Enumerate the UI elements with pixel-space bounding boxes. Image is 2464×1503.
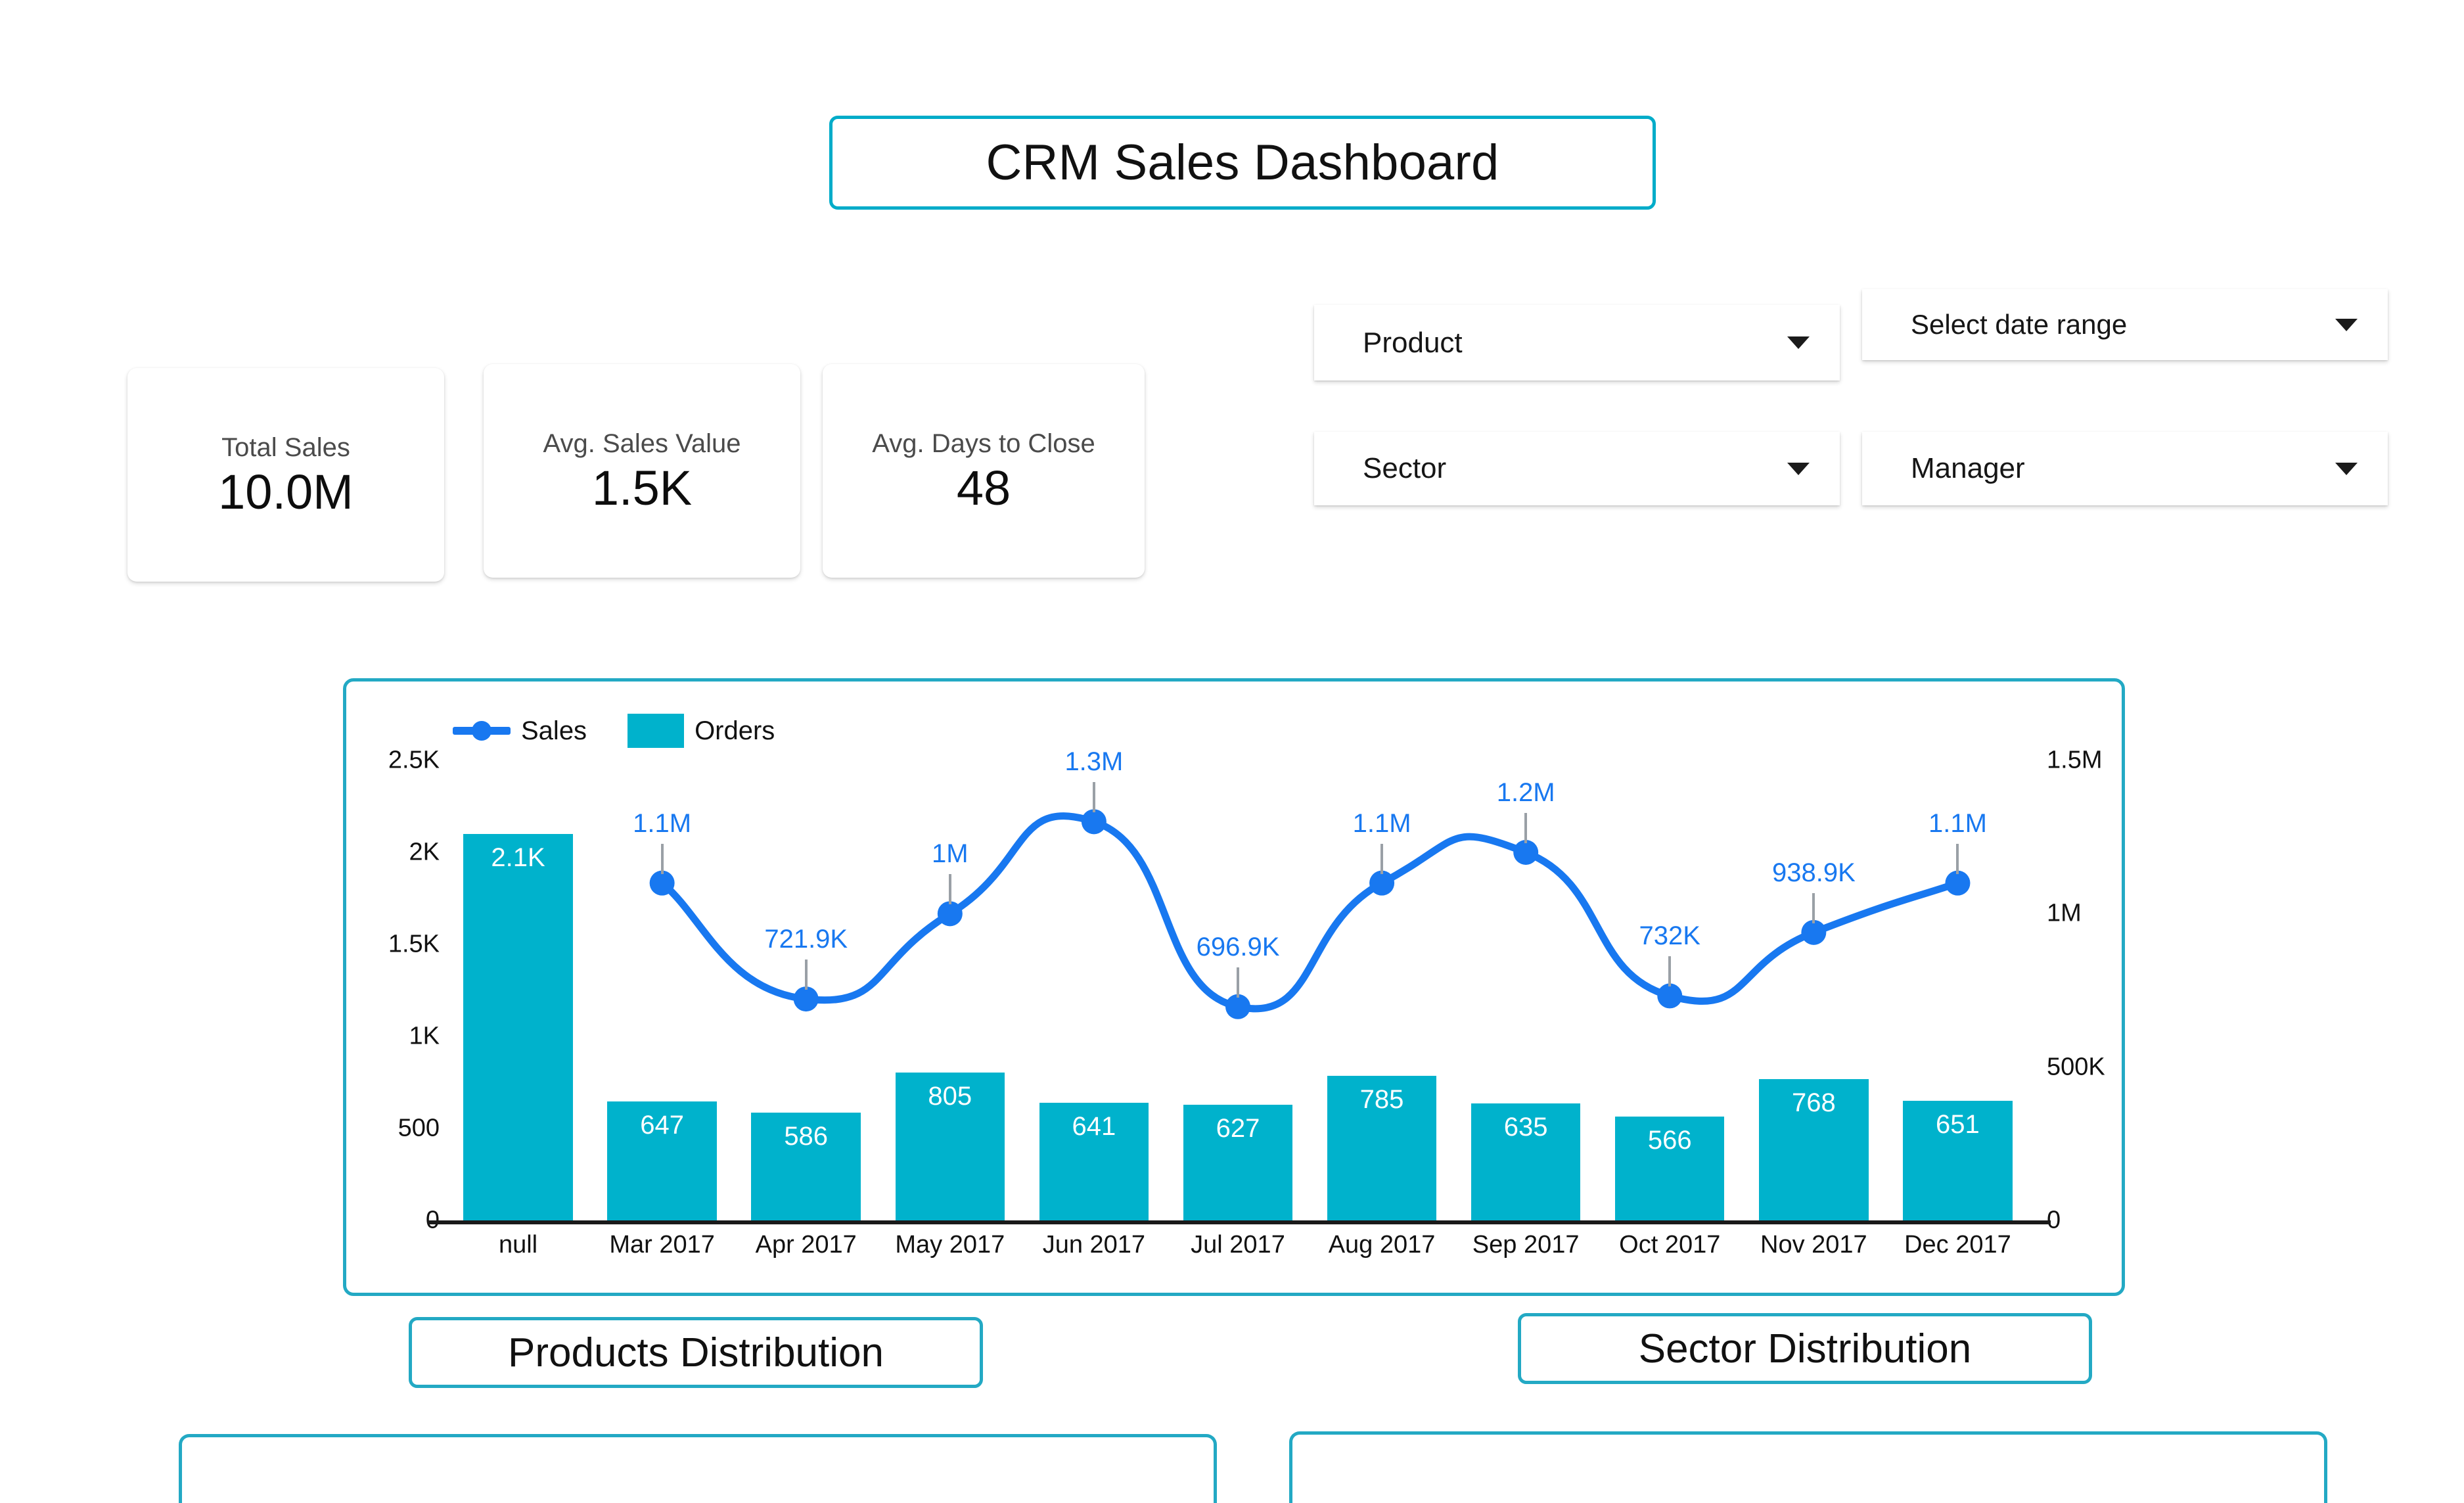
kpi-card-avg-sales-value: Avg. Sales Value 1.5K	[484, 364, 800, 578]
line-label-stem	[660, 843, 664, 874]
x-axis-label: May 2017	[895, 1231, 1005, 1259]
left-y-axis: 05001K1.5K2K2.5K	[354, 747, 440, 1234]
kpi-value: 10.0M	[218, 465, 354, 519]
filter-label-manager: Manager	[1911, 452, 2025, 484]
left-axis-tick: 2K	[409, 838, 440, 866]
dashboard-root: CRM Sales Dashboard Total Sales 10.0M Av…	[0, 0, 2464, 1503]
x-axis-label: Apr 2017	[755, 1231, 857, 1259]
left-axis-tick: 1K	[409, 1022, 440, 1050]
chevron-down-icon	[2335, 462, 2358, 475]
kpi-value: 1.5K	[591, 461, 693, 515]
left-axis-tick: 500	[398, 1114, 440, 1142]
line-value-label: 1.1M	[1352, 808, 1411, 838]
line-label-stem	[948, 874, 951, 905]
line-label-stem	[1812, 892, 1815, 923]
page-title: CRM Sales Dashboard	[986, 135, 1499, 191]
x-axis-baseline	[428, 1220, 2051, 1224]
right-axis-tick: 1.5M	[2047, 746, 2103, 774]
line-data-point[interactable]	[937, 901, 963, 927]
legend-item-sales[interactable]: Sales	[453, 716, 587, 746]
line-data-point[interactable]	[1369, 870, 1395, 896]
x-axis-label: Jul 2017	[1191, 1231, 1285, 1259]
line-series-icon	[453, 727, 511, 735]
x-axis-label: Dec 2017	[1904, 1231, 2011, 1259]
filter-dropdown-product[interactable]: Product	[1314, 305, 1840, 381]
line-label-stem	[1380, 843, 1384, 874]
filter-label-date-range: Select date range	[1911, 309, 2128, 340]
line-value-label: 938.9K	[1771, 858, 1856, 887]
sector-distribution-card	[1289, 1431, 2327, 1503]
chart-plot-area: 05001K1.5K2K2.5K 0500K1M1.5M 2.1K6475868…	[388, 747, 2105, 1259]
x-axis-label: Jun 2017	[1042, 1231, 1146, 1259]
line-data-point[interactable]	[793, 986, 819, 1012]
filter-dropdown-date-range[interactable]: Select date range	[1862, 289, 2388, 360]
left-axis-tick: 2.5K	[388, 746, 440, 774]
x-axis-label: Sep 2017	[1472, 1231, 1580, 1259]
chevron-down-icon	[1787, 336, 1810, 349]
line-value-label: 1.1M	[1928, 808, 1987, 838]
chart-legend: Sales Orders	[453, 714, 775, 748]
line-label-stem	[1668, 956, 1672, 987]
x-axis-label: Nov 2017	[1760, 1231, 1867, 1259]
legend-item-orders[interactable]: Orders	[627, 714, 775, 748]
legend-label: Orders	[695, 716, 775, 745]
line-value-label: 1.1M	[633, 808, 692, 838]
sales-line-path	[658, 812, 1961, 1013]
section-title: Sector Distribution	[1638, 1326, 1972, 1372]
line-value-label: 696.9K	[1196, 932, 1280, 961]
sales-orders-combo-chart-card: Sales Orders 05001K1.5K2K2.5K 0500K1M1.5…	[343, 678, 2125, 1296]
line-data-point[interactable]	[1081, 809, 1107, 835]
kpi-label: Total Sales	[221, 433, 350, 462]
x-axis-label: Mar 2017	[609, 1231, 715, 1259]
section-banner-sector-distribution: Sector Distribution	[1518, 1313, 2092, 1384]
right-axis-tick: 1M	[2047, 899, 2082, 927]
line-value-label: 1.3M	[1064, 747, 1124, 777]
section-banner-products-distribution: Products Distribution	[409, 1317, 983, 1388]
line-data-point[interactable]	[649, 870, 675, 896]
line-data-point[interactable]	[1945, 870, 1971, 896]
filter-label-sector: Sector	[1363, 452, 1447, 484]
filter-dropdown-manager[interactable]: Manager	[1862, 432, 2388, 505]
x-axis-label: null	[498, 1231, 538, 1259]
section-title: Products Distribution	[507, 1330, 884, 1376]
kpi-label: Avg. Sales Value	[543, 429, 741, 458]
line-data-point[interactable]	[1801, 919, 1827, 945]
bar-series-icon	[627, 714, 685, 748]
chevron-down-icon	[1787, 462, 1810, 475]
kpi-value: 48	[956, 461, 1011, 515]
kpi-card-total-sales: Total Sales 10.0M	[127, 368, 444, 582]
x-axis-label: Aug 2017	[1328, 1231, 1436, 1259]
line-label-stem	[1092, 782, 1095, 813]
line-data-point[interactable]	[1513, 840, 1539, 865]
right-y-axis: 0 500K 1M 1.5M	[2036, 747, 2122, 1234]
page-title-banner: CRM Sales Dashboard	[829, 116, 1656, 210]
filter-label-product: Product	[1363, 326, 1463, 359]
line-label-stem	[1524, 813, 1528, 843]
chevron-down-icon	[2335, 318, 2358, 331]
line-data-point[interactable]	[1225, 994, 1250, 1019]
line-value-label: 1.2M	[1496, 778, 1555, 807]
line-label-stem	[1956, 843, 1959, 874]
x-axis-label: Oct 2017	[1619, 1231, 1721, 1259]
line-label-stem	[804, 960, 808, 990]
filter-dropdown-sector[interactable]: Sector	[1314, 432, 1840, 505]
line-label-stem	[1237, 967, 1239, 998]
line-value-label: 1M	[932, 839, 969, 869]
kpi-card-avg-days-to-close: Avg. Days to Close 48	[823, 364, 1145, 578]
right-axis-tick: 500K	[2047, 1053, 2105, 1081]
left-axis-tick: 1.5K	[388, 930, 440, 958]
legend-label: Sales	[521, 716, 587, 745]
kpi-label: Avg. Days to Close	[872, 429, 1095, 458]
line-value-label: 721.9K	[764, 925, 848, 954]
line-value-label: 732K	[1639, 921, 1700, 951]
products-distribution-card	[179, 1434, 1217, 1503]
line-data-point[interactable]	[1657, 983, 1683, 1009]
